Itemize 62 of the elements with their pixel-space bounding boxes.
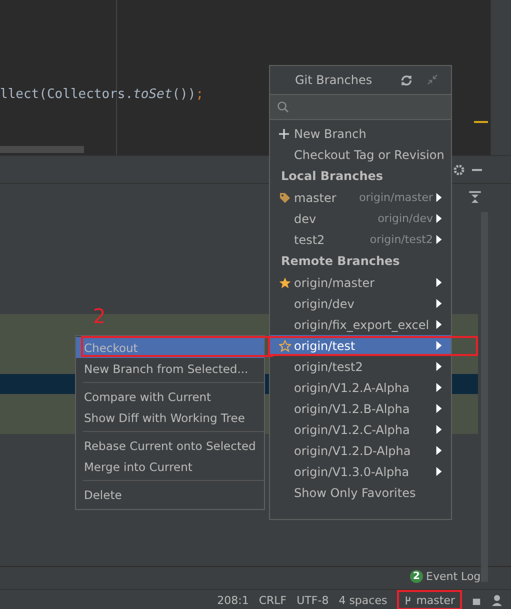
branch-item[interactable]: origin/V1.2.D-Alpha [270, 440, 451, 461]
menu-item[interactable]: Compare with Current [76, 386, 264, 407]
star-icon[interactable] [279, 276, 291, 288]
branch-item[interactable]: origin/V1.3.0-Alpha [270, 461, 451, 482]
branch-item[interactable]: master origin/master [270, 187, 451, 208]
submenu-arrow-icon [436, 193, 442, 202]
collapse-icon[interactable] [468, 190, 482, 204]
branch-item[interactable]: origin/V1.2.C-Alpha [270, 419, 451, 440]
submenu-arrow-icon [436, 341, 442, 350]
submenu-arrow-icon [436, 278, 442, 287]
person-icon[interactable] [491, 594, 503, 606]
scrollbar[interactable] [0, 146, 84, 153]
submenu-arrow-icon [436, 299, 442, 308]
submenu-arrow-icon [436, 235, 442, 244]
code-line: llect(Collectors.toSet()); [0, 87, 204, 102]
menu-item[interactable]: New Branch from Selected... [76, 358, 264, 379]
branch-icon [404, 594, 412, 606]
change-marker [474, 121, 488, 123]
branch-item[interactable]: test2 origin/test2 [270, 229, 451, 250]
branch-item[interactable]: origin/V1.2.A-Alpha [270, 377, 451, 398]
tracking-branch: origin/test2 [370, 233, 433, 246]
branch-item[interactable]: origin/V1.2.B-Alpha [270, 398, 451, 419]
submenu-arrow-icon [436, 214, 442, 223]
menu-item[interactable]: New Branch [270, 123, 451, 144]
status-item[interactable]: CRLF [258, 594, 287, 606]
settings-icon[interactable] [453, 164, 465, 176]
search-field[interactable] [270, 95, 451, 120]
submenu-arrow-icon [436, 383, 442, 392]
menu-item[interactable]: Delete [76, 484, 264, 505]
submenu-arrow-icon [436, 446, 442, 455]
plus-icon [279, 128, 289, 138]
branch-item[interactable]: dev origin/dev [270, 208, 451, 229]
tracking-branch: origin/master [359, 191, 433, 204]
branch-widget[interactable]: master [404, 594, 455, 606]
section-header: Remote Branches [280, 253, 401, 270]
event-log-button[interactable]: 2 Event Log [410, 570, 481, 583]
scrollbar[interactable] [481, 212, 488, 582]
popup-title: Git Branches [295, 73, 372, 87]
refresh-icon[interactable] [400, 74, 413, 87]
branch-item[interactable]: origin/master [270, 272, 451, 293]
submenu-arrow-icon [436, 467, 442, 476]
status-item[interactable]: UTF-8 [296, 594, 329, 606]
status-item[interactable]: 4 spaces [338, 594, 388, 606]
branch-item[interactable]: origin/fix_export_excel [270, 314, 451, 335]
menu-item[interactable]: Merge into Current [76, 456, 264, 477]
star-icon[interactable] [279, 340, 291, 352]
tracking-branch: origin/dev [378, 212, 433, 225]
status-item[interactable]: 208:1 [217, 594, 249, 606]
menu-item[interactable]: Show Only Favorites [270, 482, 451, 503]
branch-item[interactable]: origin/test2 [270, 356, 451, 377]
submenu-arrow-icon [436, 320, 442, 329]
submenu-arrow-icon [436, 362, 442, 371]
menu-item[interactable]: Show Diff with Working Tree [76, 407, 264, 428]
submenu-arrow-icon [436, 404, 442, 413]
submenu-arrow-icon [436, 425, 442, 434]
search-icon [277, 101, 289, 113]
annotation-number: 2 [93, 304, 106, 328]
menu-item[interactable]: Checkout Tag or Revision [270, 144, 451, 165]
notification-badge: 2 [410, 570, 423, 583]
menu-item[interactable]: Rebase Current onto Selected [76, 435, 264, 456]
section-header: Local Branches [280, 168, 384, 185]
branch-item[interactable]: origin/dev [270, 293, 451, 314]
